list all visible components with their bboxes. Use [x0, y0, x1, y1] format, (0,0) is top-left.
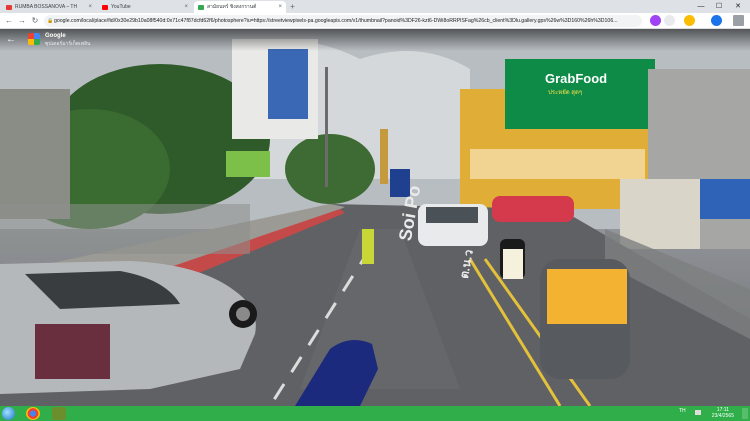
taskbar: TH 17:11 23/4/2565	[0, 406, 750, 421]
address-bar[interactable]: 🔒 google.com/local/place/fid/0x30e29b10a…	[44, 15, 642, 27]
maximize-button[interactable]: ☐	[712, 0, 726, 13]
street-view-subtitle: ซุปเดอร์มาร์เก็ตเพลิน	[45, 41, 91, 47]
street-scene-image	[0, 29, 750, 406]
tab-strip: RUMBA BOSSANOVA – THAI × YouTube × สามัย…	[0, 0, 750, 13]
street-view-back-button[interactable]: ←	[6, 34, 18, 46]
street-view-header	[0, 29, 750, 51]
grabfood-billboard-text: GrabFood	[545, 71, 608, 86]
tab-close-icon[interactable]: ×	[88, 4, 92, 10]
new-tab-button[interactable]: +	[288, 2, 297, 11]
language-indicator[interactable]: TH	[679, 408, 686, 414]
tab-close-icon[interactable]: ×	[184, 4, 188, 10]
forward-button[interactable]: →	[16, 15, 28, 27]
google-maps-icon	[28, 33, 40, 45]
tab-label: สามัยนทร์ ชิงสงกรานต์	[207, 4, 257, 10]
extension-icon[interactable]	[664, 15, 675, 26]
menu-icon[interactable]	[733, 15, 744, 26]
chrome-icon[interactable]	[26, 407, 40, 420]
lock-icon[interactable]: 🔒	[47, 15, 53, 27]
clock-date: 23/4/2565	[711, 413, 734, 419]
tab-favicon-icon	[6, 4, 12, 10]
tab-youtube[interactable]: YouTube ×	[98, 1, 192, 13]
billboard-slogan: ประหยัด สุดๆ	[548, 90, 583, 96]
reload-button[interactable]: ↻	[29, 15, 41, 27]
tab-label: RUMBA BOSSANOVA – THAI	[15, 4, 77, 10]
street-view-panorama[interactable]: ← Google ซุปเดอร์มาร์เก็ตเพลิน GrabFood …	[0, 29, 750, 406]
show-desktop-button[interactable]	[742, 408, 748, 419]
youtube-icon	[102, 4, 108, 10]
url-text: google.com/local/place/fid/0x30e29b10a08…	[54, 18, 618, 24]
minimize-button[interactable]: —	[694, 0, 708, 13]
street-view-title: Google	[45, 33, 66, 39]
tab-street-view[interactable]: สามัยนทร์ ชิงสงกรานต์ ×	[194, 1, 286, 13]
tab-rumba-bossanova[interactable]: RUMBA BOSSANOVA – THAI ×	[2, 1, 96, 13]
maps-icon	[198, 4, 204, 10]
windows-start-icon[interactable]	[2, 407, 15, 420]
system-clock[interactable]: 17:11 23/4/2565	[712, 407, 734, 419]
tab-label: YouTube	[111, 4, 131, 10]
app-icon[interactable]	[52, 407, 66, 420]
browser-toolbar: ← → ↻ 🔒 google.com/local/place/fid/0x30e…	[0, 13, 750, 29]
extension-icon[interactable]	[650, 15, 661, 26]
network-icon[interactable]	[695, 410, 701, 415]
profile-avatar[interactable]	[711, 15, 722, 26]
back-button[interactable]: ←	[3, 15, 15, 27]
extension-icon[interactable]	[684, 15, 695, 26]
tab-close-icon[interactable]: ×	[278, 4, 282, 10]
close-window-button[interactable]: ✕	[731, 0, 745, 13]
